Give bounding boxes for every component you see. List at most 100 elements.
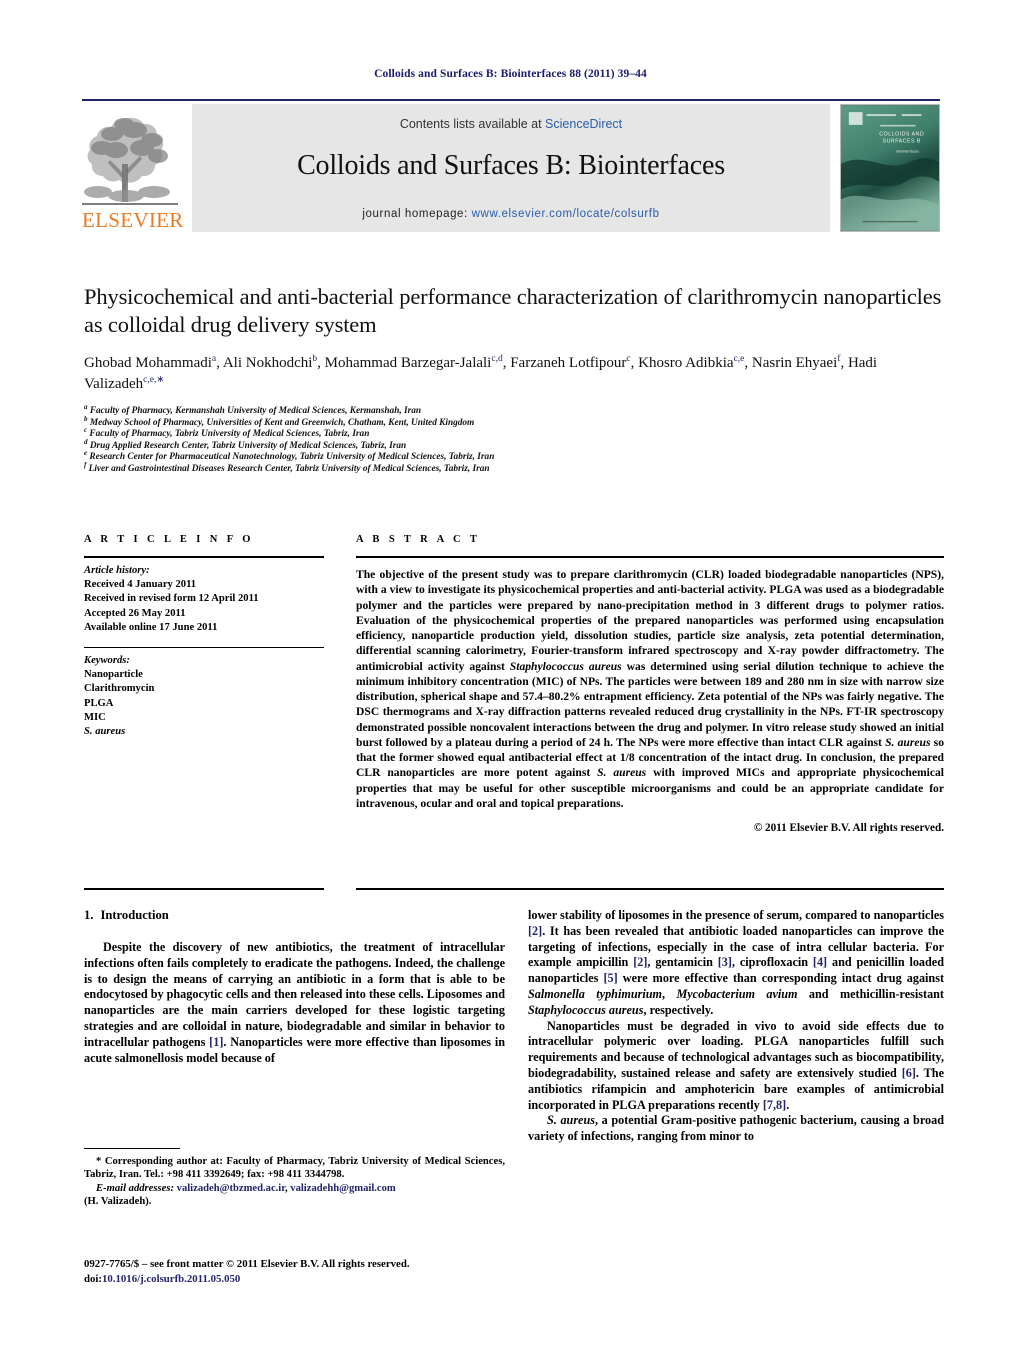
author-affiliation-mark: b	[312, 354, 318, 364]
affiliation-text: Drug Applied Research Center, Tabriz Uni…	[87, 440, 407, 451]
journal-article-page: Colloids and Surfaces B: Biointerfaces 8…	[0, 0, 1021, 1351]
author-name: Mohammad Barzegar-Jalali	[324, 355, 492, 371]
journal-title: Colloids and Surfaces B: Biointerfaces	[297, 150, 725, 181]
keyword-item: Nanoparticle	[84, 669, 143, 681]
email-author-note: (H. Valizadeh).	[84, 1196, 152, 1208]
citation-reference[interactable]: [7,8]	[763, 1098, 786, 1112]
citation-reference[interactable]: [3]	[718, 955, 732, 969]
doi-label: doi:	[84, 1272, 102, 1285]
author-affiliation-mark: c	[626, 354, 631, 364]
body-paragraph: S. aureus, a potential Gram-positive pat…	[528, 1113, 944, 1145]
body-column-right: lower stability of liposomes in the pres…	[528, 908, 944, 1145]
email-link-1[interactable]: valizadeh@tbzmed.ac.ir	[177, 1183, 285, 1194]
article-info-rule	[84, 556, 324, 558]
italic-term: Mycobacterium avium	[676, 986, 798, 1001]
keyword-item: MIC	[84, 711, 106, 723]
author-affiliation-mark: a	[211, 354, 217, 364]
email-note: E-mail addresses: valizadeh@tbzmed.ac.ir…	[84, 1182, 505, 1195]
journal-homepage-line: journal homepage: www.elsevier.com/locat…	[192, 208, 830, 220]
body-rule-left	[84, 888, 324, 890]
affiliation-item: f Liver and Gastrointestinal Diseases Re…	[84, 461, 944, 476]
citation-reference[interactable]: [2]	[528, 924, 542, 938]
elsevier-logo: ELSEVIER	[82, 104, 184, 234]
footnote-block: * Corresponding author at: Faculty of Ph…	[84, 1155, 505, 1209]
article-info-column: A R T I C L E I N F O Article history: R…	[84, 534, 324, 739]
italic-term: S. aureus	[597, 766, 647, 780]
abstract-column: A B S T R A C T The objective of the pre…	[356, 534, 944, 834]
contents-prefix: Contents lists available at	[399, 117, 546, 131]
article-info-heading: A R T I C L E I N F O	[84, 534, 254, 545]
journal-masthead: ELSEVIER Contents lists available at Sci…	[82, 99, 940, 233]
affiliation-item: e Research Center for Pharmaceutical Nan…	[84, 450, 944, 464]
journal-cover-artwork: COLLOIDS AND SURFACES B Biointerfaces	[841, 105, 939, 231]
body-paragraph: lower stability of liposomes in the pres…	[528, 908, 944, 1019]
abstract-rule	[356, 556, 944, 558]
author-list: Ghobad Mohammadia, Ali Nokhodchib, Moham…	[84, 354, 878, 392]
affiliation-text: Faculty of Pharmacy, Kermanshah Universi…	[87, 406, 422, 416]
sciencedirect-link[interactable]: ScienceDirect	[545, 117, 622, 131]
title-block: Physicochemical and anti-bacterial perfo…	[84, 283, 944, 476]
affiliation-text: Medway School of Pharmacy, Universities …	[87, 417, 475, 428]
article-history-item: Received in revised form 12 April 2011	[84, 593, 259, 605]
svg-text:COLLOIDS AND: COLLOIDS AND	[879, 132, 924, 138]
keywords-rule	[84, 647, 324, 649]
article-history-lines: Received 4 January 2011 Received in revis…	[84, 578, 324, 635]
imprint-block: 0927-7765/$ – see front matter © 2011 El…	[84, 1257, 524, 1286]
svg-text:Biointerfaces: Biointerfaces	[896, 148, 919, 153]
right-column-paragraphs: lower stability of liposomes in the pres…	[528, 908, 944, 1145]
article-title: Physicochemical and anti-bacterial perfo…	[84, 284, 942, 337]
section-number: 1.	[84, 908, 94, 922]
affiliation-item: c Faculty of Pharmacy, Tabriz University…	[84, 427, 944, 441]
body-text-run: , gentamicin	[647, 955, 718, 970]
corresponding-author-note: * Corresponding author at: Faculty of Ph…	[84, 1156, 505, 1181]
email-label: E-mail addresses:	[96, 1182, 174, 1194]
citation-reference[interactable]: [6]	[902, 1066, 916, 1080]
running-head: Colloids and Surfaces B: Biointerfaces 8…	[374, 68, 647, 80]
body-paragraph: Nanoparticles must be degraded in vivo t…	[528, 1019, 944, 1114]
doi-line: doi:10.1016/j.colsurfb.2011.05.050	[84, 1272, 524, 1287]
author-affiliation-mark: c,d	[491, 354, 503, 364]
keyword-item: S. aureus	[84, 726, 126, 738]
author-affiliation-mark: f	[837, 354, 841, 364]
affiliation-text: Liver and Gastrointestinal Diseases Rese…	[86, 463, 490, 474]
email-link-2[interactable]: valizadehh@gmail.com	[290, 1183, 396, 1194]
section-title: Introduction	[100, 908, 169, 922]
article-history-item: Received 4 January 2011	[84, 579, 197, 591]
body-text-run: lower stability of liposomes in the pres…	[528, 908, 944, 922]
author-affiliation-mark: c,e,∗	[143, 375, 165, 385]
keyword-item: Clarithromycin	[84, 683, 155, 695]
footnote-separator-rule	[84, 1148, 180, 1149]
abstract-heading: A B S T R A C T	[356, 534, 481, 545]
homepage-url-link[interactable]: www.elsevier.com/locate/colsurfb	[472, 208, 660, 220]
elsevier-tree-icon	[82, 117, 178, 205]
body-text-run: were more effective than corresponding i…	[617, 971, 945, 986]
body-column-left: 1. Introduction Despite the discovery of …	[84, 908, 505, 1066]
body-text-run: ,	[661, 986, 677, 1001]
doi-value-link[interactable]: 10.1016/j.colsurfb.2011.05.050	[102, 1273, 240, 1285]
affiliation-item: b Medway School of Pharmacy, Universitie…	[84, 415, 944, 430]
left-column-paragraphs: Despite the discovery of new antibiotics…	[84, 940, 505, 1066]
abstract-text-run: The objective of the present study was t…	[356, 568, 944, 673]
keyword-item: PLGA	[84, 697, 114, 709]
citation-reference[interactable]: [5]	[604, 971, 618, 985]
issn-copyright-line: 0927-7765/$ – see front matter © 2011 El…	[84, 1258, 410, 1270]
body-paragraph: Despite the discovery of new antibiotics…	[84, 940, 505, 1066]
citation-reference[interactable]: [2]	[633, 955, 647, 969]
italic-term: Staphylococcus aureus	[528, 1002, 644, 1017]
author-name: Farzaneh Lotfipour	[510, 355, 627, 371]
abstract-text: The objective of the present study was t…	[356, 567, 944, 811]
italic-term: Salmonella typhimurium	[528, 986, 662, 1001]
abstract-copyright: © 2011 Elsevier B.V. All rights reserved…	[753, 822, 944, 834]
elsevier-wordmark: ELSEVIER	[82, 208, 184, 232]
italic-term: Staphylococcus aureus	[509, 659, 622, 673]
keywords-block: Keywords: Nanoparticle Clarithromycin PLGA…	[84, 654, 324, 739]
affiliation-item: a Faculty of Pharmacy, Kermanshah Univer…	[84, 403, 944, 418]
citation-reference[interactable]: [1]	[209, 1035, 223, 1049]
article-history-item: Available online 17 June 2011	[84, 621, 218, 633]
affiliation-item: d Drug Applied Research Center, Tabriz U…	[84, 438, 944, 453]
author-name: Khosro Adibkia	[638, 355, 734, 371]
citation-reference[interactable]: [4]	[813, 955, 827, 969]
author-affiliation-mark: c,e	[733, 354, 745, 364]
italic-term: S. aureus	[547, 1113, 595, 1128]
keywords-heading: Keywords:	[84, 655, 130, 667]
